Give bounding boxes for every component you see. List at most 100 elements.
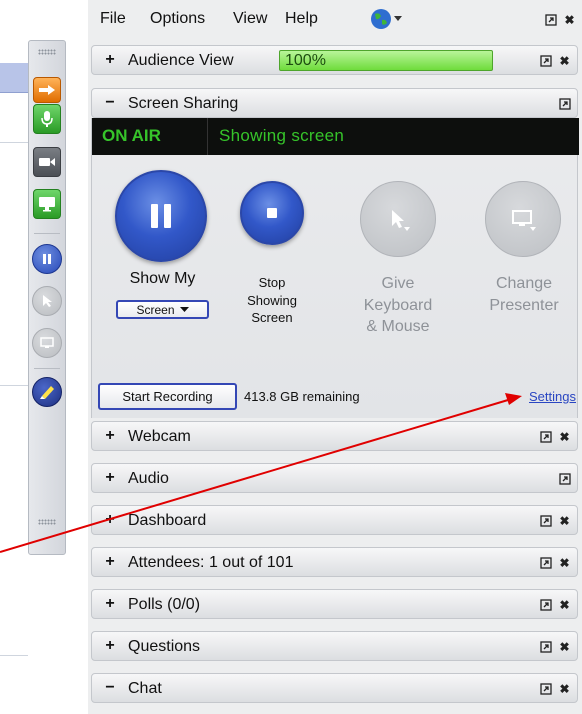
undock-icon[interactable] [558, 472, 571, 485]
presenter-icon [40, 337, 54, 348]
close-icon[interactable]: ✖ [558, 640, 571, 654]
section-title: Audience View [128, 52, 234, 69]
give-keyboard-mouse-button[interactable] [360, 181, 436, 257]
undock-icon[interactable] [539, 54, 552, 67]
background-divider [0, 655, 28, 656]
section-title: Dashboard [128, 512, 207, 529]
expand-icon[interactable]: + [102, 512, 118, 528]
expand-icon[interactable]: + [102, 470, 118, 486]
undock-icon[interactable] [539, 556, 552, 569]
section-screen-sharing[interactable]: − Screen Sharing [91, 88, 578, 118]
close-icon[interactable]: ✖ [563, 13, 576, 27]
change-label-line1: Change [495, 275, 553, 292]
pause-sharing-big-button[interactable] [115, 170, 207, 262]
language-menu[interactable] [370, 8, 402, 30]
menu-file[interactable]: File [100, 10, 126, 28]
stop-label-line2: Showing [247, 292, 297, 308]
section-controls: ✖ [539, 514, 571, 528]
change-presenter-button[interactable] [32, 328, 62, 358]
pause-icon [151, 204, 171, 228]
hide-panel-button[interactable] [33, 77, 61, 103]
menu-bar: File Options View Help ✖ [88, 0, 582, 40]
section-title: Chat [128, 680, 162, 697]
undock-icon[interactable] [544, 13, 557, 26]
section-controls: ✖ [539, 682, 571, 696]
highlighter-icon [40, 386, 54, 399]
annotate-button[interactable] [32, 377, 62, 407]
dropdown-value: Screen [136, 302, 175, 317]
give-keyboard-button[interactable] [32, 286, 62, 316]
undock-icon[interactable] [539, 640, 552, 653]
menu-view[interactable]: View [233, 10, 267, 28]
section-dashboard[interactable]: + Dashboard ✖ [91, 505, 578, 535]
microphone-button[interactable] [33, 104, 61, 134]
presenter-toolbar [28, 40, 66, 555]
stop-sharing-button[interactable] [240, 181, 304, 245]
section-title: Questions [128, 638, 201, 655]
storage-remaining: 413.8 GB remaining [244, 389, 360, 404]
show-my-label: Show My [129, 270, 196, 287]
change-presenter-label: Change Presenter [470, 273, 578, 316]
undock-icon[interactable] [539, 514, 552, 527]
background-divider [0, 142, 28, 143]
background-divider [0, 385, 28, 386]
collapse-icon[interactable]: − [102, 95, 118, 111]
give-label-line3: & Mouse [366, 318, 430, 336]
section-title: Polls (0/0) [128, 596, 201, 613]
section-title: Attendees: 1 out of 101 [128, 554, 294, 571]
give-keyboard-label: Give Keyboard & Mouse [342, 273, 454, 338]
undock-icon[interactable] [558, 97, 571, 110]
recording-row: Start Recording 413.8 GB remaining Setti… [91, 380, 578, 418]
section-chat[interactable]: − Chat ✖ [91, 673, 578, 703]
show-my-dropdown[interactable]: Screen [116, 300, 209, 319]
start-recording-button[interactable]: Start Recording [98, 383, 237, 410]
section-audio[interactable]: + Audio [91, 463, 578, 493]
video-camera-icon [39, 158, 55, 166]
close-icon[interactable]: ✖ [558, 514, 571, 528]
toolbar-grip-bottom[interactable] [38, 519, 56, 525]
change-presenter-big-button[interactable] [485, 181, 561, 257]
collapse-icon[interactable]: − [102, 680, 118, 696]
section-controls: ✖ [539, 556, 571, 570]
change-label-line2: Presenter [489, 296, 559, 314]
give-label-line1: Give [381, 275, 415, 292]
pause-sharing-button[interactable] [32, 244, 62, 274]
section-controls: ✖ [539, 640, 571, 654]
on-air-bar: ON AIR Showing screen [92, 118, 579, 155]
section-controls: ✖ [539, 430, 571, 444]
expand-icon[interactable]: + [102, 428, 118, 444]
on-air-divider [207, 118, 208, 155]
toolbar-grip-top[interactable] [38, 49, 56, 55]
close-icon[interactable]: ✖ [558, 430, 571, 444]
section-webcam[interactable]: + Webcam ✖ [91, 421, 578, 451]
menu-help[interactable]: Help [285, 10, 318, 28]
section-controls [558, 97, 571, 110]
close-icon[interactable]: ✖ [558, 54, 571, 68]
microphone-icon [41, 111, 53, 127]
close-icon[interactable]: ✖ [558, 682, 571, 696]
section-questions[interactable]: + Questions ✖ [91, 631, 578, 661]
arrow-right-icon [39, 85, 55, 95]
section-polls-0-0[interactable]: + Polls (0/0) ✖ [91, 589, 578, 619]
section-title: Audio [128, 470, 169, 487]
toolbar-separator [34, 368, 60, 369]
menu-options[interactable]: Options [150, 10, 205, 28]
settings-link[interactable]: Settings [529, 389, 576, 404]
section-audience-view[interactable]: + Audience View 100% ✖ [91, 45, 578, 75]
on-air-label: ON AIR [102, 126, 161, 145]
expand-icon[interactable]: + [102, 638, 118, 654]
expand-icon[interactable]: + [102, 596, 118, 612]
section-attendees-1-out-of-101[interactable]: + Attendees: 1 out of 101 ✖ [91, 547, 578, 577]
expand-icon[interactable]: + [102, 52, 118, 68]
webcam-button[interactable] [33, 147, 61, 177]
stop-sharing-label: Stop Showing Screen [230, 274, 314, 327]
close-icon[interactable]: ✖ [558, 556, 571, 570]
undock-icon[interactable] [539, 430, 552, 443]
undock-icon[interactable] [539, 682, 552, 695]
close-icon[interactable]: ✖ [558, 598, 571, 612]
undock-icon[interactable] [539, 598, 552, 611]
expand-icon[interactable]: + [102, 554, 118, 570]
monitor-icon [39, 197, 55, 212]
section-controls [558, 472, 571, 485]
share-screen-button[interactable] [33, 189, 61, 219]
